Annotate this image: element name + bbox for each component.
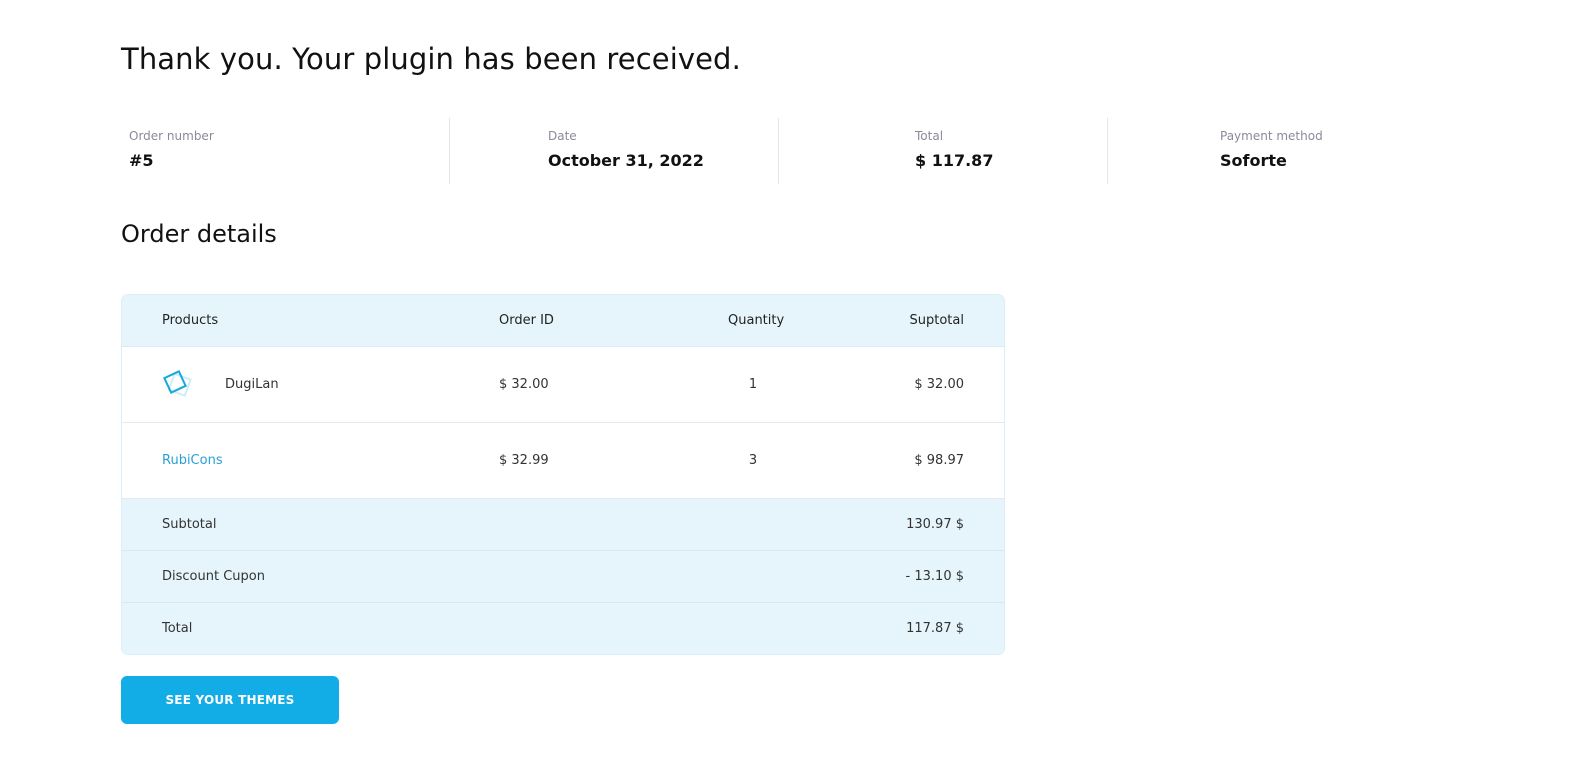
overview-total: Total $ 117.87 xyxy=(779,118,1108,184)
summary-label: Subtotal xyxy=(162,517,217,532)
column-header-products: Products xyxy=(162,313,219,328)
product-order-id: $ 32.99 xyxy=(499,453,549,468)
order-number-label: Order number xyxy=(129,129,214,143)
summary-row-subtotal: Subtotal 130.97 $ xyxy=(122,499,1004,551)
product-quantity: 1 xyxy=(748,377,758,392)
date-value: October 31, 2022 xyxy=(548,151,704,170)
payment-method-value: Soforte xyxy=(1220,151,1287,170)
thank-you-heading: Thank you. Your plugin has been received… xyxy=(121,42,741,76)
date-label: Date xyxy=(548,129,577,143)
overview-order-number: Order number #5 xyxy=(121,118,450,184)
order-overview: Order number #5 Date October 31, 2022 To… xyxy=(121,118,1439,184)
total-label: Total xyxy=(915,129,944,143)
order-details-table: Products Order ID Quantity Suptotal Dugi… xyxy=(121,294,1005,655)
see-your-themes-button[interactable]: SEE YOUR THEMES xyxy=(121,676,339,724)
diamond-logo-icon xyxy=(162,369,194,401)
product-quantity: 3 xyxy=(748,453,758,468)
table-row: DugiLan $ 32.00 1 $ 32.00 xyxy=(122,347,1004,423)
summary-value: - 13.10 $ xyxy=(905,569,964,584)
summary-value: 130.97 $ xyxy=(906,517,964,532)
column-header-quantity: Quantity xyxy=(728,313,785,328)
payment-method-label: Payment method xyxy=(1220,129,1323,143)
summary-label: Discount Cupon xyxy=(162,569,265,584)
table-header-row: Products Order ID Quantity Suptotal xyxy=(122,295,1004,347)
summary-value: 117.87 $ xyxy=(906,621,964,636)
column-header-subtotal: Suptotal xyxy=(909,313,964,328)
table-row: RubiCons $ 32.99 3 $ 98.97 xyxy=(122,423,1004,499)
summary-row-total: Total 117.87 $ xyxy=(122,603,1004,654)
product-subtotal: $ 32.00 xyxy=(914,377,964,392)
order-number-value: #5 xyxy=(129,151,154,170)
order-details-title: Order details xyxy=(121,220,277,248)
column-header-order-id: Order ID xyxy=(499,313,554,328)
order-confirmation-page: Thank you. Your plugin has been received… xyxy=(0,0,1595,758)
total-value: $ 117.87 xyxy=(915,151,994,170)
product-link[interactable]: RubiCons xyxy=(162,453,223,468)
product-subtotal: $ 98.97 xyxy=(914,453,964,468)
overview-date: Date October 31, 2022 xyxy=(450,118,779,184)
product-name: DugiLan xyxy=(225,377,279,392)
overview-payment-method: Payment method Soforte xyxy=(1108,118,1439,184)
summary-row-discount: Discount Cupon - 13.10 $ xyxy=(122,551,1004,603)
product-order-id: $ 32.00 xyxy=(499,377,549,392)
summary-label: Total xyxy=(162,621,193,636)
